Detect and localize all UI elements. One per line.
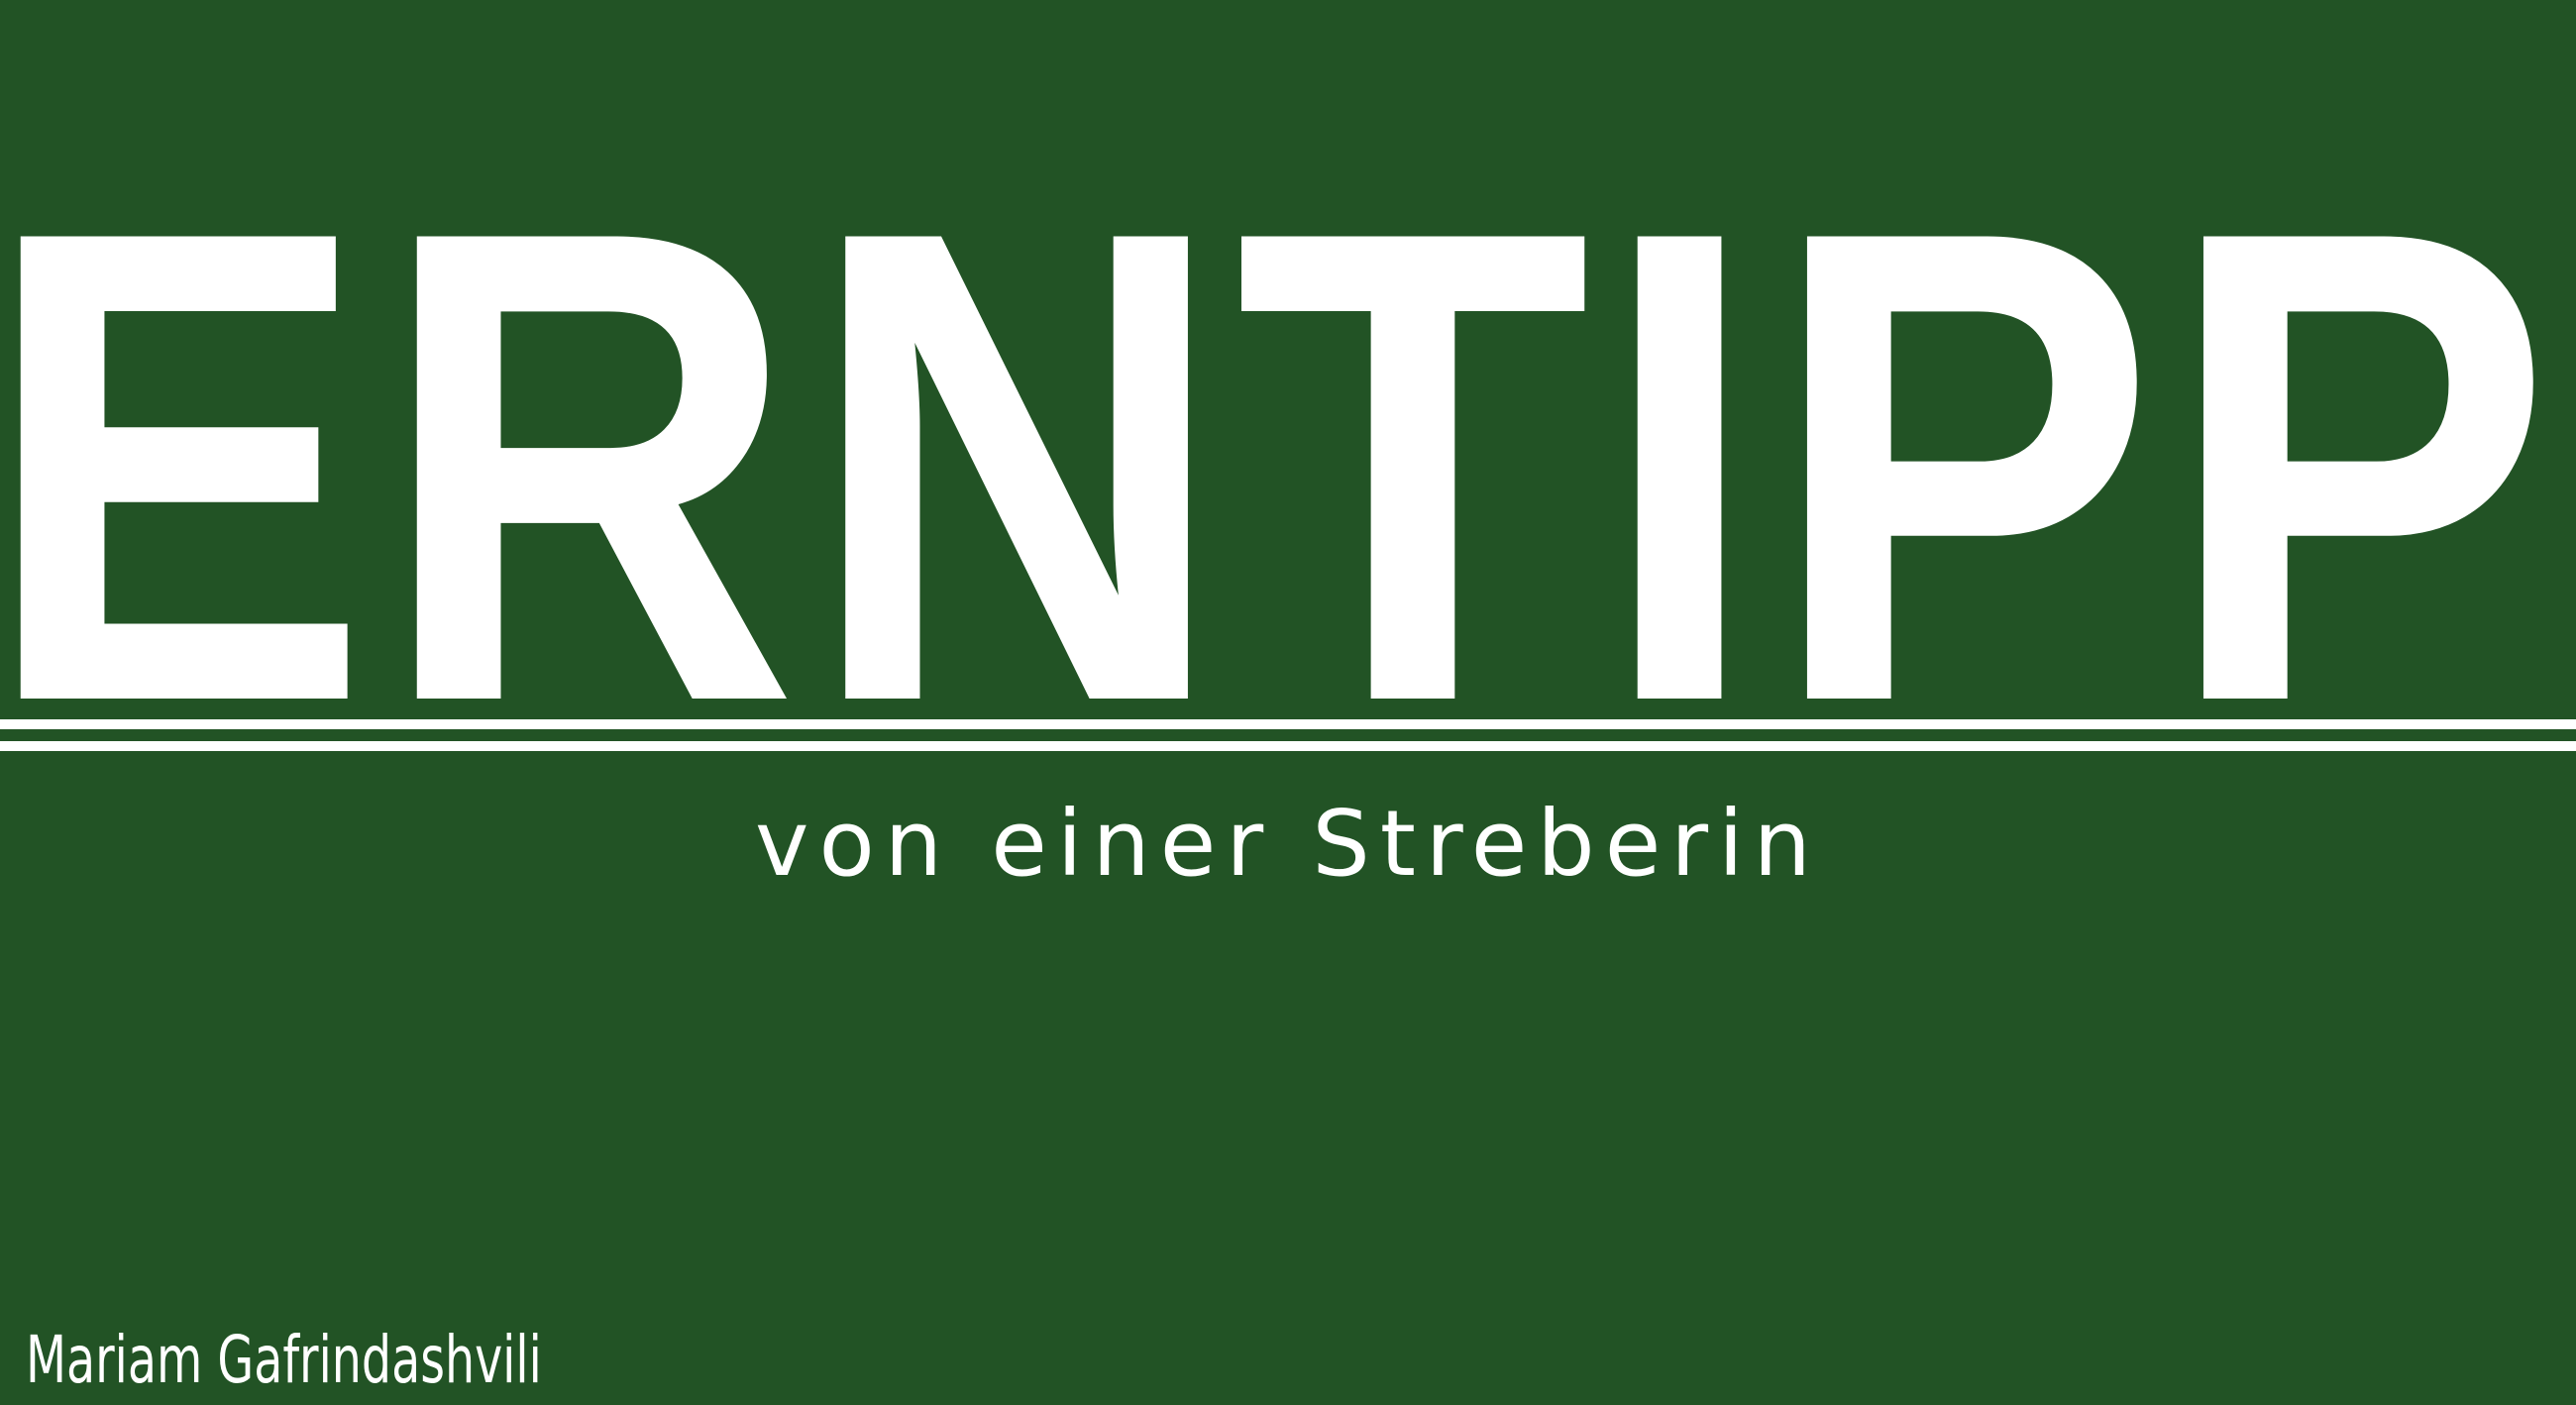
divider-line-bottom	[0, 741, 2576, 751]
cover-slide: LERNTIPPS von einer Streberin Mariam Gaf…	[0, 0, 2576, 1405]
author-name: Mariam Gafrindashvili	[26, 1322, 542, 1398]
cover-subtitle: von einer Streberin	[755, 791, 1821, 897]
cover-title: LERNTIPPS	[0, 131, 2576, 803]
cover-title-text: LERNTIPPS	[0, 91, 2576, 842]
divider-line-top	[0, 719, 2576, 729]
